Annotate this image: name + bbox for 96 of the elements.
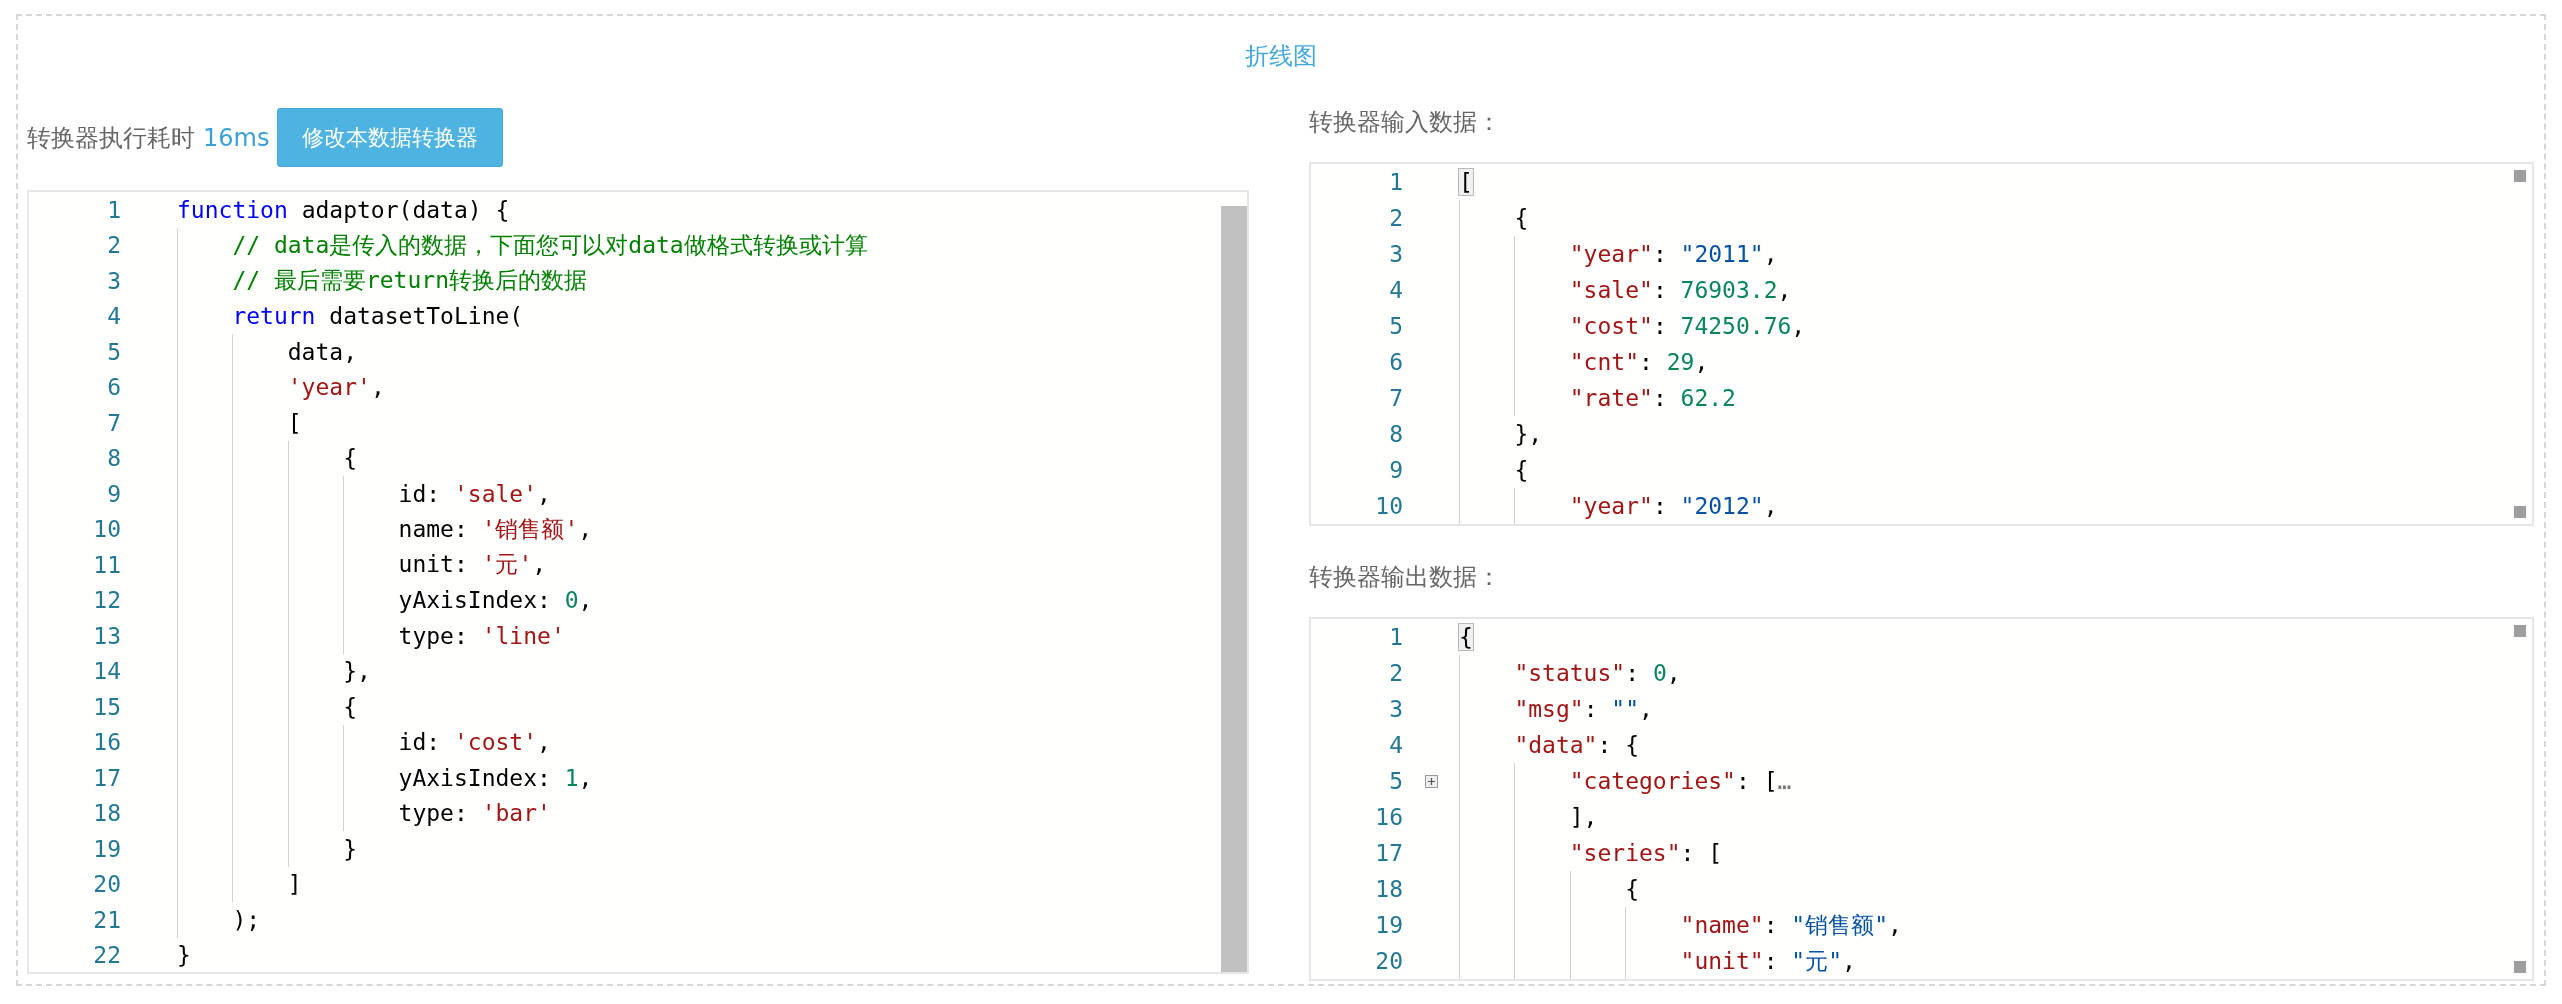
expand-icon[interactable] — [1424, 774, 1438, 788]
line-number: 1 — [106, 196, 121, 223]
code-line: "name": "销售额", — [1679, 910, 1902, 940]
code-line: type: 'line' — [397, 622, 565, 649]
line-number: 6 — [1388, 349, 1403, 375]
line-number: 6 — [106, 374, 121, 401]
line-number: 1 — [1388, 624, 1403, 650]
code-line: type: 'bar' — [397, 800, 551, 827]
line-number: 2 — [1388, 205, 1403, 231]
code-line: data, — [286, 338, 357, 365]
code-line: id: 'sale', — [397, 480, 551, 507]
line-number: 4 — [1388, 732, 1403, 758]
code-line: "cost": 74250.76, — [1568, 313, 1806, 339]
execution-time-value: 16ms — [203, 123, 270, 152]
code-editor[interactable]: 1 { 2 "status": 0, 3 "msg": "", 4 "data": { 5 "categories": [… 16 ], 17 "series": [ 18 { 19 "name": "销售额", 20 "unit": "元", — [1309, 617, 2534, 981]
code-line: }, — [342, 658, 371, 685]
line-number: 9 — [1388, 457, 1403, 483]
code-line: function adaptor(data) { — [177, 196, 510, 223]
line-number: 15 — [92, 693, 121, 720]
line-number: 7 — [106, 409, 121, 436]
line-number: 17 — [1374, 840, 1403, 866]
line-number: 8 — [1388, 421, 1403, 447]
code-line: "year": "2012", — [1568, 493, 1778, 519]
code-line: "categories": [… — [1568, 768, 1792, 794]
line-number: 20 — [92, 871, 121, 898]
code-line: { — [342, 445, 357, 472]
line-number: 8 — [106, 445, 121, 472]
line-number: 16 — [92, 729, 121, 756]
line-number: 5 — [1388, 313, 1403, 339]
code-line: 'year', — [286, 374, 385, 401]
code-line: } — [177, 942, 191, 969]
line-number: 18 — [1374, 876, 1403, 902]
code-line: { — [1513, 457, 1529, 483]
code-editor[interactable] — [27, 190, 1249, 974]
code-line: { — [342, 693, 357, 720]
line-number: 21 — [92, 906, 121, 933]
chart-title: 折线图 — [1245, 41, 1317, 72]
code-line: "unit": "元", — [1679, 946, 1856, 976]
execution-time-label: 转换器执行耗时 — [27, 122, 195, 154]
scroll-marker[interactable] — [2514, 170, 2526, 182]
line-number: 10 — [92, 516, 121, 543]
line-number: 12 — [92, 587, 121, 614]
code-line: ); — [231, 906, 261, 933]
line-number: 11 — [92, 551, 121, 578]
code-line: yAxisIndex: 0, — [397, 587, 593, 614]
code-line: "cnt": 29, — [1568, 349, 1709, 375]
code-line: { — [1624, 876, 1639, 902]
line-number: 22 — [92, 942, 121, 969]
line-number: 3 — [106, 267, 121, 294]
code-line: id: 'cost', — [397, 729, 551, 756]
code-line: "msg": "", — [1513, 696, 1653, 722]
line-number: 3 — [1388, 696, 1403, 722]
line-number: 5 — [106, 338, 121, 365]
scroll-marker[interactable] — [2514, 625, 2526, 637]
output-data-label: 转换器输出数据： — [1309, 562, 1502, 593]
scrollbar[interactable] — [1221, 206, 1247, 972]
code-line: [ — [286, 409, 302, 436]
code-line: return datasetToLine( — [231, 303, 524, 330]
scroll-marker[interactable] — [2514, 961, 2526, 973]
code-line: "data": { — [1513, 732, 1640, 758]
line-number: 13 — [92, 622, 121, 649]
line-number: 18 — [92, 800, 121, 827]
line-number: 16 — [1374, 804, 1403, 830]
scroll-marker[interactable] — [2514, 506, 2526, 518]
line-number: 19 — [1374, 912, 1403, 938]
code-line: }, — [1513, 421, 1543, 447]
line-number: 5 — [1388, 768, 1403, 794]
line-number: 14 — [92, 658, 121, 685]
line-number: 3 — [1388, 241, 1403, 267]
code-line: "year": "2011", — [1568, 241, 1778, 267]
code-line: // 最后需要return转换后的数据 — [231, 266, 587, 296]
line-number: 9 — [106, 480, 121, 507]
input-data-label: 转换器输入数据： — [1309, 107, 1502, 138]
code-line: unit: '元', — [397, 550, 547, 580]
code-line: } — [342, 835, 357, 862]
code-line: "rate": 62.2 — [1568, 385, 1736, 411]
code-line: yAxisIndex: 1, — [397, 764, 593, 791]
code-line: "series": [ — [1568, 840, 1723, 866]
code-line: name: '销售额', — [397, 514, 593, 544]
code-line: // data是传入的数据，下面您可以对data做格式转换或计算 — [231, 230, 868, 260]
line-number: 2 — [1388, 660, 1403, 686]
line-number: 17 — [92, 764, 121, 791]
code-line: { — [1513, 205, 1529, 231]
line-number: 20 — [1374, 948, 1403, 974]
line-number: 10 — [1374, 493, 1403, 519]
line-number: 19 — [92, 835, 121, 862]
line-number: 7 — [1388, 385, 1403, 411]
line-number: 2 — [106, 232, 121, 259]
code-line: ] — [286, 871, 302, 898]
code-editor[interactable]: 1 [ 2 { 3 "year": "2011", 4 "sale": 76903.2, 5 "cost": 74250.76, 6 "cnt": 29, 7 "rate": 62.2 8 }, 9 { 10 "year": "2012", — [1309, 162, 2534, 526]
line-number: 4 — [1388, 277, 1403, 303]
code-line: "status": 0, — [1513, 660, 1681, 686]
code-line: ], — [1568, 804, 1598, 830]
line-number: 1 — [1388, 169, 1403, 195]
line-number: 4 — [106, 303, 121, 330]
code-line: "sale": 76903.2, — [1568, 277, 1792, 303]
